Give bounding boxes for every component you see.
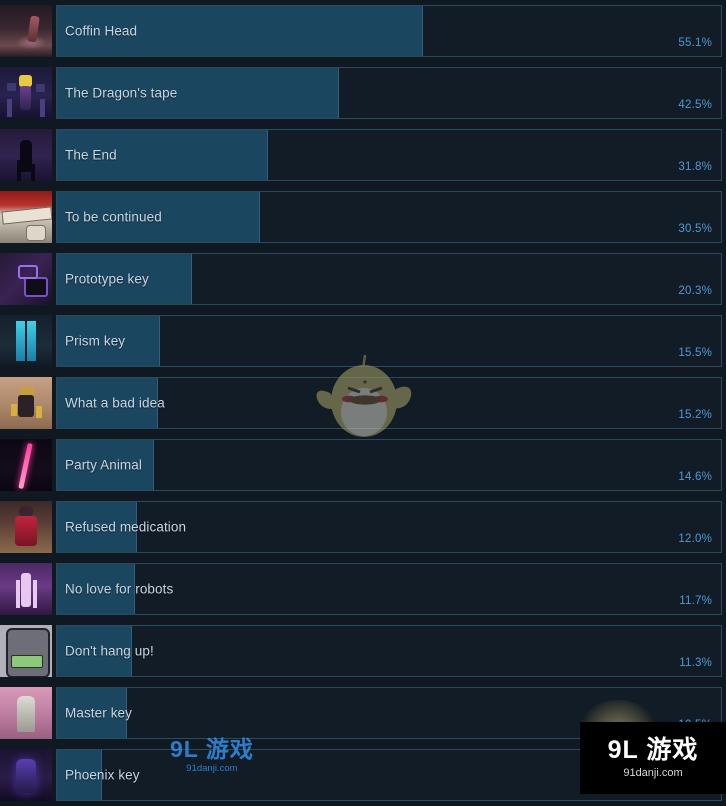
achievement-row[interactable]: Refused medication 12.0% bbox=[0, 496, 726, 558]
achievement-artwork bbox=[0, 253, 52, 305]
achievement-progress-track: Master key 10.5% bbox=[56, 687, 722, 739]
achievement-name: The End bbox=[65, 147, 117, 163]
achievement-artwork bbox=[0, 5, 52, 57]
what-a-bad-idea-thumbnail bbox=[0, 377, 52, 429]
achievement-name: No love for robots bbox=[65, 581, 174, 597]
achievement-row[interactable]: Don't hang up! 11.3% bbox=[0, 620, 726, 682]
achievement-row[interactable]: What a bad idea 15.2% bbox=[0, 372, 726, 434]
dragons-tape-thumbnail bbox=[0, 67, 52, 119]
achievement-name: Party Animal bbox=[65, 457, 142, 473]
achievement-progress-track: Prism key 15.5% bbox=[56, 315, 722, 367]
achievement-progress-track: The End 31.8% bbox=[56, 129, 722, 181]
party-animal-thumbnail bbox=[0, 439, 52, 491]
achievement-progress-track: Refused medication 12.0% bbox=[56, 501, 722, 553]
achievement-percent: 31.8% bbox=[678, 161, 712, 173]
prototype-key-thumbnail bbox=[0, 253, 52, 305]
achievement-progress-track: Party Animal 14.6% bbox=[56, 439, 722, 491]
achievement-name: The Dragon's tape bbox=[65, 85, 178, 101]
refused-medication-thumbnail bbox=[0, 501, 52, 553]
achievement-name: Prototype key bbox=[65, 271, 149, 287]
achievement-artwork bbox=[0, 129, 52, 181]
achievement-artwork bbox=[0, 687, 52, 739]
achievement-row[interactable]: Prism key 15.5% bbox=[0, 310, 726, 372]
dont-hang-up-thumbnail bbox=[0, 625, 52, 677]
prism-key-thumbnail bbox=[0, 315, 52, 367]
achievement-name: To be continued bbox=[65, 209, 162, 225]
achievement-percent: 12.0% bbox=[678, 533, 712, 545]
phoenix-key-thumbnail bbox=[0, 749, 52, 801]
achievement-name: Don't hang up! bbox=[65, 643, 154, 659]
achievement-name: Coffin Head bbox=[65, 23, 138, 39]
achievement-progress-track: What a bad idea 15.2% bbox=[56, 377, 722, 429]
achievement-artwork bbox=[0, 749, 52, 801]
achievement-row[interactable]: The End 31.8% bbox=[0, 124, 726, 186]
achievement-artwork bbox=[0, 315, 52, 367]
achievement-percent: 10.5% bbox=[678, 719, 712, 731]
achievement-name: Master key bbox=[65, 705, 133, 721]
achievement-artwork bbox=[0, 563, 52, 615]
to-be-continued-thumbnail bbox=[0, 191, 52, 243]
achievement-row[interactable]: Coffin Head 55.1% bbox=[0, 0, 726, 62]
achievement-row[interactable]: Phoenix key bbox=[0, 744, 726, 806]
achievement-progress-track: To be continued 30.5% bbox=[56, 191, 722, 243]
achievement-artwork bbox=[0, 439, 52, 491]
achievement-row[interactable]: To be continued 30.5% bbox=[0, 186, 726, 248]
master-key-thumbnail bbox=[0, 687, 52, 739]
achievement-name: Refused medication bbox=[65, 519, 187, 535]
achievement-artwork bbox=[0, 501, 52, 553]
achievement-name: Phoenix key bbox=[65, 767, 140, 783]
achievement-row[interactable]: Prototype key 20.3% bbox=[0, 248, 726, 310]
achievement-percent: 55.1% bbox=[678, 37, 712, 49]
achievement-artwork bbox=[0, 625, 52, 677]
achievement-artwork bbox=[0, 67, 52, 119]
achievement-percent: 15.2% bbox=[678, 409, 712, 421]
achievement-artwork bbox=[0, 377, 52, 429]
achievement-percent: 15.5% bbox=[678, 347, 712, 359]
achievement-progress-track: The Dragon's tape 42.5% bbox=[56, 67, 722, 119]
achievement-percent: 20.3% bbox=[678, 285, 712, 297]
achievement-name: Prism key bbox=[65, 333, 126, 349]
the-end-thumbnail bbox=[0, 129, 52, 181]
achievement-progress-track: No love for robots 11.7% bbox=[56, 563, 722, 615]
achievement-row[interactable]: Party Animal 14.6% bbox=[0, 434, 726, 496]
coffin-head-thumbnail bbox=[0, 5, 52, 57]
achievement-percent: 11.3% bbox=[679, 657, 712, 669]
achievement-progress-track: Don't hang up! 11.3% bbox=[56, 625, 722, 677]
no-love-for-robots-thumbnail bbox=[0, 563, 52, 615]
achievement-row[interactable]: No love for robots 11.7% bbox=[0, 558, 726, 620]
achievement-row[interactable]: Master key 10.5% bbox=[0, 682, 726, 744]
achievement-progress-track: Coffin Head 55.1% bbox=[56, 5, 722, 57]
achievement-percent: 14.6% bbox=[678, 471, 712, 483]
achievement-progress-track: Phoenix key bbox=[56, 749, 722, 801]
achievement-row[interactable]: The Dragon's tape 42.5% bbox=[0, 62, 726, 124]
achievement-percent: 11.7% bbox=[679, 595, 712, 607]
achievement-percent: 30.5% bbox=[678, 223, 712, 235]
achievement-percent: 42.5% bbox=[678, 99, 712, 111]
achievement-artwork bbox=[0, 191, 52, 243]
achievement-percentage-list: Coffin Head 55.1% The Dragon's tape 42.5% Th… bbox=[0, 0, 726, 801]
achievement-name: What a bad idea bbox=[65, 395, 165, 411]
achievement-progress-track: Prototype key 20.3% bbox=[56, 253, 722, 305]
